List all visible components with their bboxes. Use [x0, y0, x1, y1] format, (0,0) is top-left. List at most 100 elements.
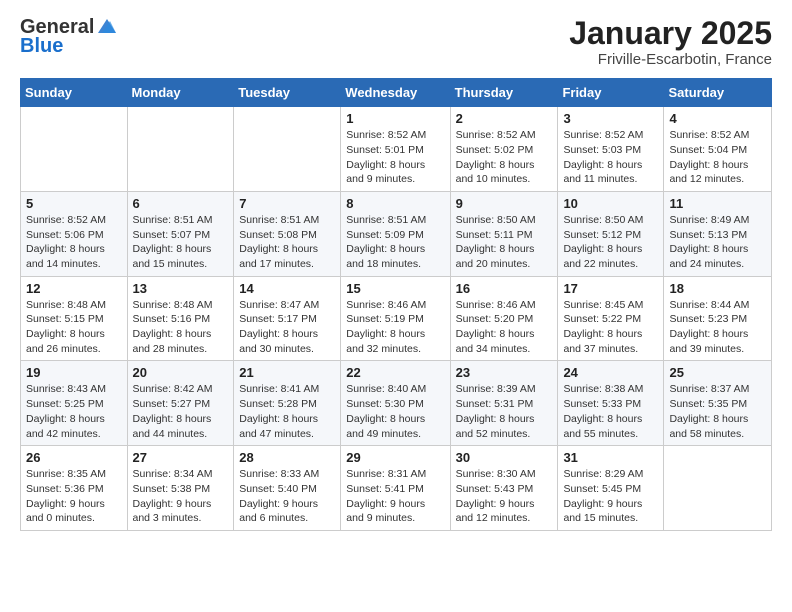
- day-info: Sunrise: 8:51 AMSunset: 5:08 PMDaylight:…: [239, 213, 335, 272]
- day-info: Sunrise: 8:44 AMSunset: 5:23 PMDaylight:…: [669, 298, 766, 357]
- calendar-cell: 19Sunrise: 8:43 AMSunset: 5:25 PMDayligh…: [21, 361, 128, 446]
- day-number: 31: [563, 450, 658, 465]
- day-number: 14: [239, 281, 335, 296]
- day-info: Sunrise: 8:52 AMSunset: 5:06 PMDaylight:…: [26, 213, 122, 272]
- calendar-cell: 29 Sunrise: 8:31 AMSunset: 5:41 PMDayligh…: [341, 446, 450, 531]
- day-number: 5: [26, 196, 122, 211]
- calendar-cell: 17 Sunrise: 8:45 AMSunset: 5:22 PMDayligh…: [558, 276, 664, 361]
- day-info: Sunrise: 8:42 AMSunset: 5:27 PMDaylight:…: [133, 382, 229, 441]
- day-number: 15: [346, 281, 444, 296]
- calendar-cell: 14 Sunrise: 8:47 AMSunset: 5:17 PMDayligh…: [234, 276, 341, 361]
- calendar-cell: 2 Sunrise: 8:52 AMSunset: 5:02 PMDaylight…: [450, 107, 558, 192]
- calendar-cell: 18 Sunrise: 8:44 AMSunset: 5:23 PMDayligh…: [664, 276, 772, 361]
- calendar-cell: 1Sunrise: 8:52 AMSunset: 5:01 PMDaylight…: [341, 107, 450, 192]
- calendar-cell: 24 Sunrise: 8:38 AMSunset: 5:33 PMDayligh…: [558, 361, 664, 446]
- day-number: 10: [563, 196, 658, 211]
- calendar-cell: 13 Sunrise: 8:48 AMSunset: 5:16 PMDayligh…: [127, 276, 234, 361]
- day-number: 23: [456, 365, 553, 380]
- calendar-cell: 6 Sunrise: 8:51 AMSunset: 5:07 PMDaylight…: [127, 191, 234, 276]
- day-info: Sunrise: 8:52 AMSunset: 5:03 PMDaylight:…: [563, 128, 658, 187]
- day-info: Sunrise: 8:45 AMSunset: 5:22 PMDaylight:…: [563, 298, 658, 357]
- col-tuesday: Tuesday: [234, 79, 341, 107]
- calendar-cell: 16Sunrise: 8:46 AMSunset: 5:20 PMDayligh…: [450, 276, 558, 361]
- calendar-cell: 15 Sunrise: 8:46 AMSunset: 5:19 PMDayligh…: [341, 276, 450, 361]
- day-number: 17: [563, 281, 658, 296]
- day-info: Sunrise: 8:37 AMSunset: 5:35 PMDaylight:…: [669, 382, 766, 441]
- header: General Blue January 2025 Friville-Escar…: [20, 16, 772, 68]
- day-number: 11: [669, 196, 766, 211]
- day-info: Sunrise: 8:31 AMSunset: 5:41 PMDaylight:…: [346, 467, 444, 526]
- day-info: Sunrise: 8:52 AMSunset: 5:01 PMDaylight:…: [346, 128, 444, 187]
- calendar-cell: 31 Sunrise: 8:29 AMSunset: 5:45 PMDayligh…: [558, 446, 664, 531]
- calendar-cell: 25 Sunrise: 8:37 AMSunset: 5:35 PMDayligh…: [664, 361, 772, 446]
- day-number: 9: [456, 196, 553, 211]
- day-info: Sunrise: 8:34 AMSunset: 5:38 PMDaylight:…: [133, 467, 229, 526]
- calendar-cell: 23 Sunrise: 8:39 AMSunset: 5:31 PMDayligh…: [450, 361, 558, 446]
- calendar-week-2: 5 Sunrise: 8:52 AMSunset: 5:06 PMDaylight…: [21, 191, 772, 276]
- calendar-cell: [664, 446, 772, 531]
- day-number: 18: [669, 281, 766, 296]
- day-info: Sunrise: 8:48 AMSunset: 5:15 PMDaylight:…: [26, 298, 122, 357]
- calendar-cell: 21 Sunrise: 8:41 AMSunset: 5:28 PMDayligh…: [234, 361, 341, 446]
- calendar-table: Sunday Monday Tuesday Wednesday Thursday…: [20, 78, 772, 531]
- day-number: 4: [669, 111, 766, 126]
- day-number: 24: [563, 365, 658, 380]
- day-number: 29: [346, 450, 444, 465]
- day-info: Sunrise: 8:52 AMSunset: 5:02 PMDaylight:…: [456, 128, 553, 187]
- calendar-cell: 8Sunrise: 8:51 AMSunset: 5:09 PMDaylight…: [341, 191, 450, 276]
- day-number: 26: [26, 450, 122, 465]
- day-number: 2: [456, 111, 553, 126]
- day-number: 7: [239, 196, 335, 211]
- day-info: Sunrise: 8:50 AMSunset: 5:11 PMDaylight:…: [456, 213, 553, 272]
- day-info: Sunrise: 8:30 AMSunset: 5:43 PMDaylight:…: [456, 467, 553, 526]
- day-number: 3: [563, 111, 658, 126]
- day-info: Sunrise: 8:47 AMSunset: 5:17 PMDaylight:…: [239, 298, 335, 357]
- day-info: Sunrise: 8:33 AMSunset: 5:40 PMDaylight:…: [239, 467, 335, 526]
- calendar-cell: 3 Sunrise: 8:52 AMSunset: 5:03 PMDaylight…: [558, 107, 664, 192]
- day-info: Sunrise: 8:49 AMSunset: 5:13 PMDaylight:…: [669, 213, 766, 272]
- day-info: Sunrise: 8:38 AMSunset: 5:33 PMDaylight:…: [563, 382, 658, 441]
- day-number: 6: [133, 196, 229, 211]
- calendar-cell: 22Sunrise: 8:40 AMSunset: 5:30 PMDayligh…: [341, 361, 450, 446]
- header-row: Sunday Monday Tuesday Wednesday Thursday…: [21, 79, 772, 107]
- calendar-title: January 2025: [569, 16, 772, 51]
- day-info: Sunrise: 8:43 AMSunset: 5:25 PMDaylight:…: [26, 382, 122, 441]
- day-info: Sunrise: 8:51 AMSunset: 5:07 PMDaylight:…: [133, 213, 229, 272]
- calendar-week-3: 12 Sunrise: 8:48 AMSunset: 5:15 PMDayligh…: [21, 276, 772, 361]
- day-number: 8: [346, 196, 444, 211]
- day-number: 13: [133, 281, 229, 296]
- day-info: Sunrise: 8:52 AMSunset: 5:04 PMDaylight:…: [669, 128, 766, 187]
- day-info: Sunrise: 8:48 AMSunset: 5:16 PMDaylight:…: [133, 298, 229, 357]
- col-wednesday: Wednesday: [341, 79, 450, 107]
- day-info: Sunrise: 8:39 AMSunset: 5:31 PMDaylight:…: [456, 382, 553, 441]
- day-info: Sunrise: 8:46 AMSunset: 5:19 PMDaylight:…: [346, 298, 444, 357]
- day-info: Sunrise: 8:40 AMSunset: 5:30 PMDaylight:…: [346, 382, 444, 441]
- calendar-week-4: 19Sunrise: 8:43 AMSunset: 5:25 PMDayligh…: [21, 361, 772, 446]
- page: General Blue January 2025 Friville-Escar…: [0, 0, 792, 547]
- calendar-cell: 4 Sunrise: 8:52 AMSunset: 5:04 PMDaylight…: [664, 107, 772, 192]
- calendar-cell: [127, 107, 234, 192]
- day-number: 25: [669, 365, 766, 380]
- calendar-cell: 9 Sunrise: 8:50 AMSunset: 5:11 PMDaylight…: [450, 191, 558, 276]
- calendar-cell: 5 Sunrise: 8:52 AMSunset: 5:06 PMDaylight…: [21, 191, 128, 276]
- day-info: Sunrise: 8:46 AMSunset: 5:20 PMDaylight:…: [456, 298, 553, 357]
- col-saturday: Saturday: [664, 79, 772, 107]
- calendar-cell: [21, 107, 128, 192]
- day-number: 20: [133, 365, 229, 380]
- calendar-subtitle: Friville-Escarbotin, France: [569, 51, 772, 68]
- day-number: 27: [133, 450, 229, 465]
- day-info: Sunrise: 8:29 AMSunset: 5:45 PMDaylight:…: [563, 467, 658, 526]
- day-number: 12: [26, 281, 122, 296]
- calendar-cell: 30 Sunrise: 8:30 AMSunset: 5:43 PMDayligh…: [450, 446, 558, 531]
- day-info: Sunrise: 8:41 AMSunset: 5:28 PMDaylight:…: [239, 382, 335, 441]
- col-friday: Friday: [558, 79, 664, 107]
- day-number: 30: [456, 450, 553, 465]
- logo-icon: [96, 17, 118, 35]
- col-monday: Monday: [127, 79, 234, 107]
- day-info: Sunrise: 8:50 AMSunset: 5:12 PMDaylight:…: [563, 213, 658, 272]
- calendar-cell: 27 Sunrise: 8:34 AMSunset: 5:38 PMDayligh…: [127, 446, 234, 531]
- day-number: 21: [239, 365, 335, 380]
- calendar-cell: 20 Sunrise: 8:42 AMSunset: 5:27 PMDayligh…: [127, 361, 234, 446]
- calendar-cell: 12 Sunrise: 8:48 AMSunset: 5:15 PMDayligh…: [21, 276, 128, 361]
- calendar-week-5: 26Sunrise: 8:35 AMSunset: 5:36 PMDayligh…: [21, 446, 772, 531]
